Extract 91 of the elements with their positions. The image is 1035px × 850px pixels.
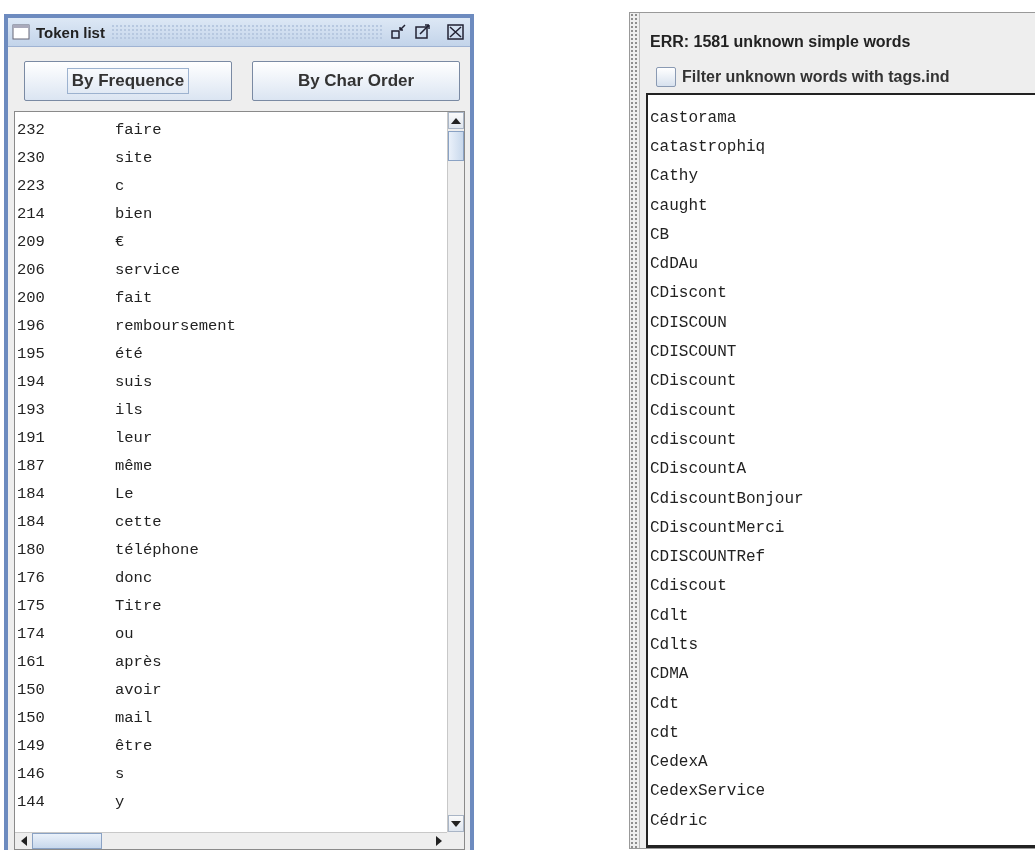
unknown-word[interactable]: CedexService — [650, 776, 1035, 807]
token-word[interactable]: donc — [115, 569, 153, 587]
token-word[interactable]: ils — [115, 401, 143, 419]
token-word[interactable]: leur — [115, 429, 153, 447]
token-word[interactable]: service — [115, 261, 181, 279]
unknown-word[interactable]: castorama — [650, 103, 1035, 133]
frequency-count: 209 — [16, 233, 46, 251]
unknown-word[interactable]: CDISCOUN — [650, 308, 1035, 338]
unknown-word[interactable]: Cdiscount — [650, 395, 1035, 426]
unknown-word[interactable]: Cathy — [650, 161, 1035, 191]
frequency-count: 200 — [16, 289, 46, 307]
frequency-count: 149 — [16, 737, 46, 755]
frequency-count: 230 — [16, 149, 46, 167]
error-summary: ERR: 1581 unknown simple words — [650, 33, 912, 51]
token-word[interactable]: c — [115, 177, 125, 195]
token-word[interactable]: téléphone — [115, 541, 199, 559]
token-word[interactable]: après — [115, 653, 162, 671]
token-word[interactable]: avoir — [115, 681, 162, 699]
token-word[interactable]: Le — [115, 485, 134, 503]
unknown-word[interactable]: Cédric — [650, 806, 1035, 836]
token-word[interactable]: été — [115, 345, 143, 363]
up-arrow-icon[interactable] — [451, 117, 461, 124]
unknown-word[interactable]: Cdt — [650, 688, 1035, 719]
sort-button[interactable]: By Char Order — [252, 61, 460, 101]
unknown-word[interactable]: cdiscount — [650, 425, 1035, 455]
unknown-word[interactable]: CdDAu — [650, 249, 1035, 279]
token-word[interactable]: faire — [115, 121, 162, 139]
frequency-count: 150 — [16, 709, 46, 727]
frequency-count: 144 — [16, 793, 46, 811]
frequency-count: 223 — [16, 177, 46, 195]
unknown-word[interactable]: CDiscountMerci — [650, 513, 1035, 543]
frequency-count: 196 — [16, 317, 46, 335]
unknown-word[interactable]: cdt — [650, 718, 1035, 748]
unknown-word[interactable]: CdiscountBonjour — [650, 483, 1035, 514]
frequency-count: 187 — [16, 457, 46, 475]
token-word[interactable]: suis — [115, 373, 153, 391]
unknown-word[interactable]: Cdlt — [650, 601, 1035, 631]
left-arrow-icon[interactable] — [20, 836, 27, 846]
frequency-count: 176 — [16, 569, 46, 587]
token-word[interactable]: être — [115, 737, 153, 755]
token-word[interactable]: mail — [115, 709, 153, 727]
frequency-count: 232 — [16, 121, 46, 139]
frequency-count: 193 — [16, 401, 46, 419]
right-arrow-icon[interactable] — [435, 836, 442, 846]
frequency-count: 180 — [16, 541, 46, 559]
filter-checkbox[interactable] — [656, 67, 676, 87]
token-word[interactable]: fait — [115, 289, 153, 307]
token-word[interactable]: bien — [115, 205, 153, 223]
frequency-count: 175 — [16, 597, 46, 615]
unknown-word[interactable]: CDMA — [650, 659, 1035, 689]
frequency-count: 146 — [16, 765, 46, 783]
unknown-word[interactable]: catastrophiq — [650, 132, 1035, 162]
filter-label[interactable]: Filter unknown words with tags.ind — [682, 68, 950, 86]
token-word[interactable]: même — [115, 457, 153, 475]
token-word[interactable]: ou — [115, 625, 134, 643]
unknown-word[interactable]: CDiscount — [650, 366, 1035, 396]
token-word[interactable]: € — [115, 233, 125, 251]
frequency-count: 194 — [16, 373, 46, 391]
unknown-word[interactable]: CDiscont — [650, 278, 1035, 309]
window-title: Token list — [36, 23, 105, 41]
unknown-word[interactable]: CDiscountA — [650, 454, 1035, 484]
unknown-word[interactable]: CDISCOUNT — [650, 337, 1035, 367]
unknown-word[interactable]: Cdiscout — [650, 571, 1035, 602]
frequency-count: 150 — [16, 681, 46, 699]
frequency-count: 214 — [16, 205, 46, 223]
minimize-icon[interactable] — [390, 24, 408, 40]
frequency-count: 195 — [16, 345, 46, 363]
frequency-count: 174 — [16, 625, 46, 643]
sort-button[interactable]: By Frequence — [24, 61, 232, 101]
frequency-count: 184 — [16, 513, 46, 531]
maximize-icon[interactable] — [414, 24, 432, 40]
unknown-word[interactable]: CB — [650, 220, 1035, 250]
frequency-count: 206 — [16, 261, 46, 279]
token-word[interactable]: y — [115, 793, 125, 811]
token-word[interactable]: remboursement — [115, 317, 236, 335]
down-arrow-icon[interactable] — [451, 820, 461, 827]
token-word[interactable]: s — [115, 765, 125, 783]
close-icon[interactable] — [446, 23, 466, 41]
token-word[interactable]: Titre — [115, 597, 162, 615]
window-icon — [12, 24, 30, 40]
token-word[interactable]: cette — [115, 513, 162, 531]
frequency-count: 191 — [16, 429, 46, 447]
frequency-count: 184 — [16, 485, 46, 503]
scroll-thumb[interactable] — [32, 833, 102, 849]
unknown-word[interactable]: caught — [650, 190, 1035, 221]
unknown-word[interactable]: Cdlts — [650, 630, 1035, 660]
unknown-word[interactable]: CDISCOUNTRef — [650, 542, 1035, 572]
frequency-count: 161 — [16, 653, 46, 671]
scroll-thumb[interactable] — [448, 131, 464, 161]
unknown-word[interactable]: CedexA — [650, 747, 1035, 777]
token-word[interactable]: site — [115, 149, 153, 167]
